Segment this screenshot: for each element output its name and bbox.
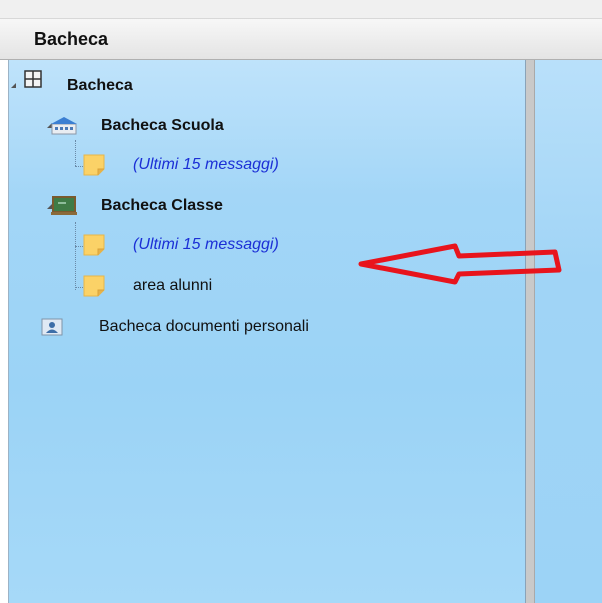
- red-arrow-icon: [358, 243, 562, 285]
- tree-item-bacheca-documenti-personali[interactable]: Bacheca documenti personali: [41, 317, 309, 337]
- panel-header: Bacheca: [0, 18, 602, 60]
- tree-pane: Bacheca Bacheca Scuola (Ultimi 15 messag…: [8, 60, 526, 603]
- tree-item-label: Bacheca: [67, 77, 133, 94]
- user-card-icon: [41, 317, 63, 337]
- tree-item-label: Bacheca Scuola: [101, 117, 224, 134]
- tree-connector-line: [75, 222, 76, 290]
- panel-title: Bacheca: [34, 29, 109, 49]
- tree-item-label: area alunni: [133, 277, 213, 294]
- tree-item-classe-ultimi-messaggi[interactable]: (Ultimi 15 messaggi): [83, 234, 279, 256]
- tree-item-label: Bacheca documenti personali: [99, 318, 309, 335]
- tree-item-label: Bacheca Classe: [101, 197, 223, 214]
- sticky-note-icon: [83, 234, 105, 256]
- school-building-icon: [51, 116, 77, 136]
- root-expander-icon[interactable]: [11, 83, 16, 88]
- tree-item-bacheca-scuola[interactable]: Bacheca Scuola: [51, 116, 224, 136]
- tree-connector-line: [75, 140, 76, 166]
- sticky-note-icon: [83, 154, 105, 176]
- tree-item-area-alunni[interactable]: area alunni: [83, 275, 212, 297]
- content-pane: [535, 60, 602, 603]
- tree-item-label: (Ultimi 15 messaggi): [133, 156, 279, 173]
- tree-item-bacheca-classe[interactable]: Bacheca Classe: [51, 196, 223, 216]
- window-top-strip: [0, 0, 602, 18]
- pane-splitter[interactable]: [526, 60, 535, 603]
- sticky-note-icon: [83, 275, 105, 297]
- tree-item-label: (Ultimi 15 messaggi): [133, 236, 279, 253]
- tree-item-scuola-ultimi-messaggi[interactable]: (Ultimi 15 messaggi): [83, 154, 279, 176]
- grid-icon: [24, 69, 44, 90]
- tree-item-bacheca[interactable]: Bacheca: [24, 64, 133, 95]
- blackboard-icon: [51, 196, 77, 216]
